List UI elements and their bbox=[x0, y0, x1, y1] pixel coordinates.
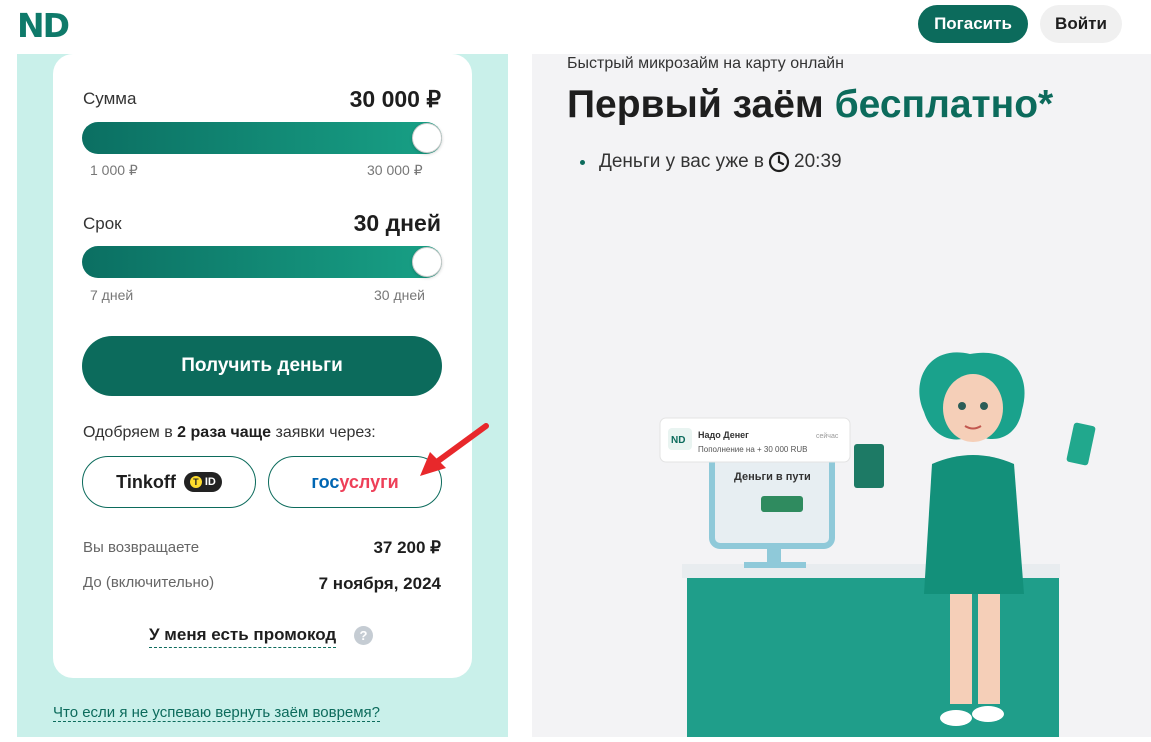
amount-max-label: 30 000 ₽ bbox=[367, 162, 423, 178]
gosuslugi-part1: гос bbox=[311, 471, 340, 492]
tinkoff-id-badge: T ID bbox=[183, 472, 222, 492]
until-label: До (включительно) bbox=[83, 574, 215, 591]
approve-post: заявки через: bbox=[271, 424, 376, 441]
bullet-text: Деньги у вас уже в bbox=[599, 151, 765, 172]
svg-text:Деньги в пути: Деньги в пути bbox=[734, 471, 811, 483]
hero-bullet: Деньги у вас уже в 20:39 bbox=[580, 151, 842, 173]
tinkoff-badge-text: ID bbox=[204, 476, 216, 488]
svg-text:сейчас: сейчас bbox=[816, 432, 839, 440]
svg-text:Надо Денег: Надо Денег bbox=[698, 430, 749, 440]
amount-value: 30 000 ₽ bbox=[349, 86, 441, 112]
tinkoff-id-button[interactable]: Tinkoff T ID bbox=[82, 456, 256, 508]
tinkoff-shield-icon: T bbox=[189, 476, 202, 488]
term-label: Срок bbox=[83, 214, 122, 233]
amount-slider-handle[interactable] bbox=[412, 123, 442, 153]
hero-title-accent: бесплатно* bbox=[834, 83, 1054, 126]
svg-text:ND: ND bbox=[671, 435, 685, 446]
return-label: Вы возвращаете bbox=[83, 539, 200, 556]
amount-min-label: 1 000 ₽ bbox=[90, 162, 138, 178]
login-button[interactable]: Войти bbox=[1040, 5, 1122, 43]
tinkoff-label: Tinkoff bbox=[116, 471, 176, 492]
bullet-time: 20:39 bbox=[794, 151, 842, 172]
hero-title-main: Первый заём bbox=[567, 83, 835, 126]
term-max-label: 30 дней bbox=[374, 287, 425, 303]
until-value: 7 ноября, 2024 bbox=[318, 574, 441, 593]
faq-link[interactable]: Что если я не успеваю вернуть заём вовре… bbox=[53, 704, 381, 722]
bullet-dot bbox=[580, 159, 585, 165]
promo-link[interactable]: У меня есть промокод bbox=[149, 625, 337, 648]
svg-text:Пополнение на + 30 000 RUB: Пополнение на + 30 000 RUB bbox=[698, 445, 807, 454]
header: ND Погасить Войти bbox=[0, 0, 1151, 52]
return-value: 37 200 ₽ bbox=[373, 538, 441, 557]
gosuslugi-part2: услуги bbox=[339, 471, 399, 492]
approve-pre: Одобряем в bbox=[83, 424, 178, 441]
pay-button[interactable]: Погасить bbox=[918, 5, 1028, 43]
amount-slider-track[interactable] bbox=[82, 122, 442, 154]
help-icon[interactable]: ? bbox=[354, 626, 373, 645]
term-slider-track[interactable] bbox=[82, 246, 442, 278]
get-money-button[interactable]: Получить деньги bbox=[82, 336, 442, 396]
hero-subtitle: Быстрый микрозайм на карту онлайн bbox=[567, 55, 844, 72]
approve-text: Одобряем в 2 раза чаще заявки через: bbox=[83, 424, 376, 442]
red-arrow-icon bbox=[420, 423, 489, 476]
logo[interactable]: ND bbox=[17, 6, 70, 45]
gosuslugi-logo: госуслуги bbox=[311, 472, 398, 493]
term-slider-handle[interactable] bbox=[412, 247, 442, 277]
clock-icon bbox=[768, 151, 790, 173]
term-value: 30 дней bbox=[353, 210, 441, 236]
approve-bold: 2 раза чаще bbox=[177, 424, 272, 441]
hero-title: Первый заём бесплатно* bbox=[567, 83, 1053, 127]
term-min-label: 7 дней bbox=[90, 287, 134, 303]
amount-label: Сумма bbox=[83, 89, 137, 108]
